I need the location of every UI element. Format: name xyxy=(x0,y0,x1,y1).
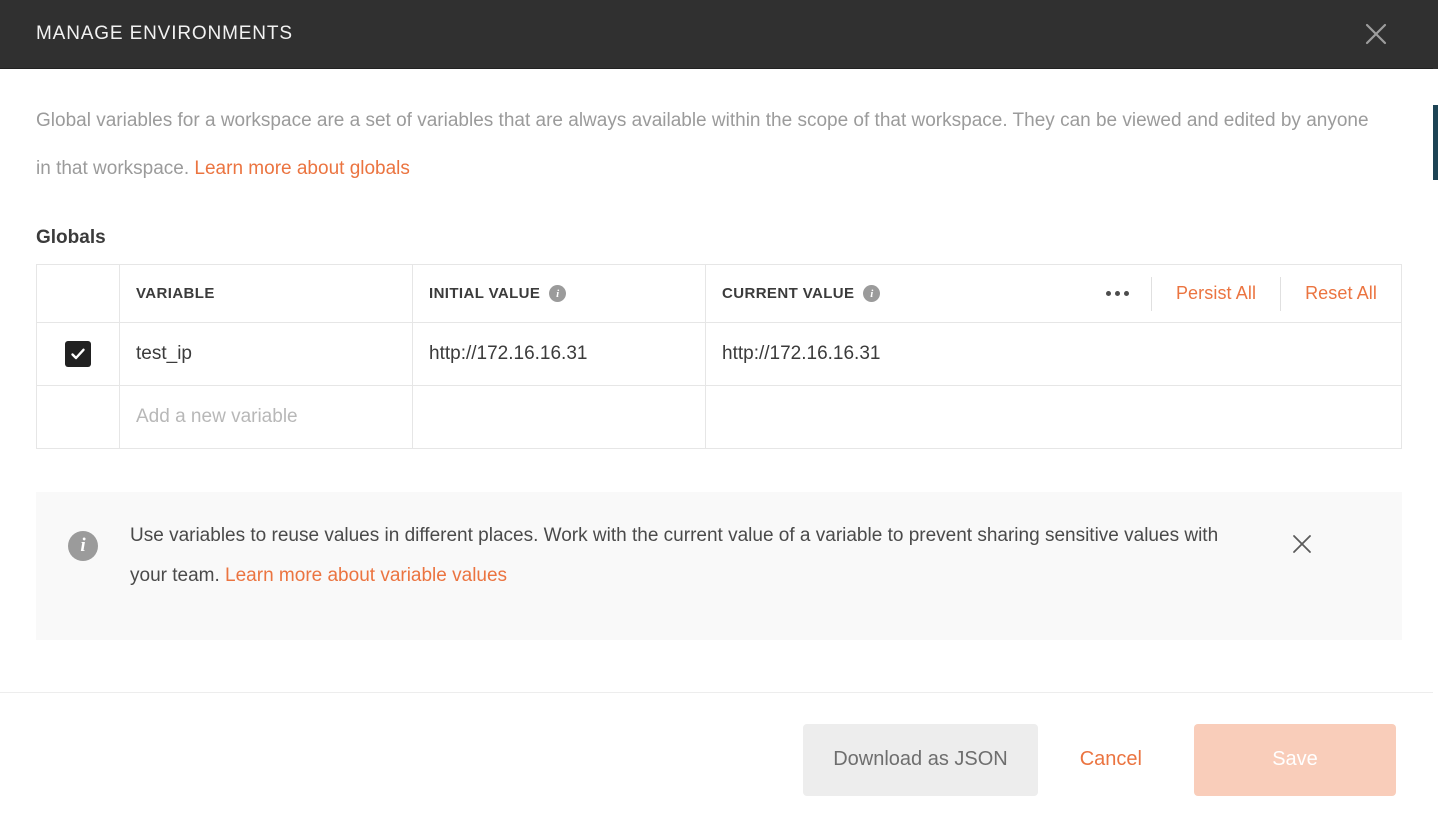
close-icon[interactable] xyxy=(1356,14,1396,54)
new-row-initial-value-cell[interactable] xyxy=(412,385,706,449)
column-header-variable: VARIABLE xyxy=(119,264,413,323)
globals-section-title: Globals xyxy=(36,227,106,248)
globals-table-wrapper: VARIABLE INITIAL VALUE i CURRENT VALUE i… xyxy=(36,264,1402,452)
modal-header: MANAGE ENVIRONMENTS xyxy=(0,0,1438,69)
page-scrollbar-thumb[interactable] xyxy=(1433,105,1438,180)
modal-body: Global variables for a workspace are a s… xyxy=(0,69,1438,692)
add-new-variable-input[interactable]: Add a new variable xyxy=(120,406,412,428)
current-value-input[interactable]: http://172.16.16.31 xyxy=(706,343,1401,365)
close-icon[interactable] xyxy=(1284,526,1320,562)
new-row-current-value-cell[interactable] xyxy=(705,385,1402,449)
manage-environments-modal: MANAGE ENVIRONMENTS Global variables for… xyxy=(0,0,1438,826)
dot-3 xyxy=(1123,291,1129,296)
column-header-variable-inner: VARIABLE xyxy=(120,285,412,302)
variable-enabled-checkbox[interactable] xyxy=(65,341,91,367)
save-button[interactable]: Save xyxy=(1194,723,1396,796)
table-header: VARIABLE INITIAL VALUE i CURRENT VALUE i… xyxy=(36,264,1402,323)
table-header-actions: Persist All Reset All xyxy=(1084,276,1401,311)
more-options-icon[interactable] xyxy=(1084,277,1151,311)
row-initial-value-cell[interactable]: http://172.16.16.31 xyxy=(412,322,706,386)
globals-table: VARIABLE INITIAL VALUE i CURRENT VALUE i… xyxy=(36,264,1402,449)
download-as-json-button[interactable]: Download as JSON xyxy=(803,723,1038,796)
row-current-value-cell[interactable]: http://172.16.16.31 xyxy=(705,322,1402,386)
table-body: test_ip http://172.16.16.31 http://172.1… xyxy=(36,322,1402,449)
table-header-row: VARIABLE INITIAL VALUE i CURRENT VALUE i… xyxy=(36,264,1402,323)
dot-1 xyxy=(1105,291,1111,296)
page-title: MANAGE ENVIRONMENTS xyxy=(36,23,293,44)
column-header-current-value-label-group: CURRENT VALUE i xyxy=(722,285,881,302)
new-row-variable-cell[interactable]: Add a new variable xyxy=(119,385,413,449)
modal-footer: Download as JSON Cancel Save xyxy=(0,692,1438,826)
column-header-initial-value: INITIAL VALUE i xyxy=(412,264,706,323)
info-icon: i xyxy=(68,531,98,561)
learn-more-globals-link[interactable]: Learn more about globals xyxy=(194,158,409,179)
initial-value-input[interactable]: http://172.16.16.31 xyxy=(413,343,705,365)
column-header-current-value-label: CURRENT VALUE xyxy=(722,285,855,302)
dot-2 xyxy=(1114,291,1120,296)
column-header-current-value: CURRENT VALUE i Persist All Reset All xyxy=(705,264,1402,323)
row-checkbox-cell xyxy=(36,322,120,386)
table-row: test_ip http://172.16.16.31 http://172.1… xyxy=(36,322,1402,386)
variable-name-input[interactable]: test_ip xyxy=(120,343,412,365)
cancel-button[interactable]: Cancel xyxy=(1050,724,1172,796)
learn-more-variable-values-link[interactable]: Learn more about variable values xyxy=(225,565,507,586)
persist-all-button[interactable]: Persist All xyxy=(1152,283,1280,304)
new-row-checkbox-cell xyxy=(36,385,120,449)
info-icon[interactable]: i xyxy=(863,285,881,302)
variables-info-banner: i Use variables to reuse values in diffe… xyxy=(36,492,1402,640)
column-header-current-value-inner: CURRENT VALUE i Persist All Reset All xyxy=(706,266,1401,321)
column-header-variable-label: VARIABLE xyxy=(136,285,215,302)
column-header-initial-value-label: INITIAL VALUE xyxy=(429,285,541,302)
table-row-new: Add a new variable xyxy=(36,385,1402,449)
row-checkbox-wrapper xyxy=(37,341,119,367)
row-variable-cell[interactable]: test_ip xyxy=(119,322,413,386)
page-scrollbar-track-top xyxy=(1433,0,1438,69)
column-header-checkbox xyxy=(36,264,120,323)
globals-description: Global variables for a workspace are a s… xyxy=(36,69,1386,193)
variables-info-banner-text: Use variables to reuse values in differe… xyxy=(98,516,1284,596)
column-header-initial-value-inner: INITIAL VALUE i xyxy=(413,285,705,302)
page-scrollbar[interactable] xyxy=(1433,0,1438,826)
reset-all-button[interactable]: Reset All xyxy=(1281,283,1401,304)
info-icon[interactable]: i xyxy=(549,285,567,302)
